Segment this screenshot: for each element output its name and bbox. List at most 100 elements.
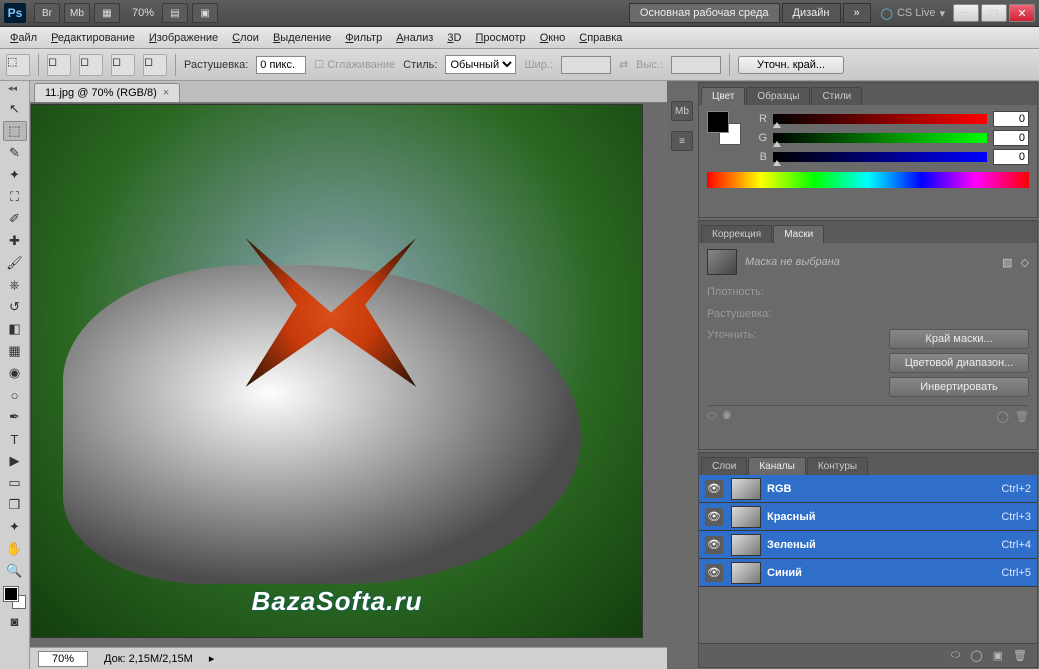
- dodge-tool[interactable]: ○: [3, 385, 27, 405]
- menu-layer[interactable]: Слои: [232, 32, 259, 44]
- feather-input[interactable]: [256, 56, 306, 74]
- vector-mask-icon[interactable]: ◇: [1021, 256, 1029, 269]
- quick-select-tool[interactable]: ✦: [3, 165, 27, 185]
- minimize-button[interactable]: ─: [953, 4, 979, 22]
- history-brush-tool[interactable]: ↺: [3, 297, 27, 317]
- foreground-swatch[interactable]: [4, 587, 18, 601]
- path-select-tool[interactable]: ▶: [3, 451, 27, 471]
- shape-tool[interactable]: ▭: [3, 473, 27, 493]
- workspace-more[interactable]: »: [843, 3, 871, 23]
- arrange-icon[interactable]: ▤: [162, 3, 188, 23]
- intersect-selection-icon[interactable]: ◻: [143, 54, 167, 76]
- tab-color[interactable]: Цвет: [701, 87, 745, 105]
- blur-tool[interactable]: ◉: [3, 363, 27, 383]
- workspace-essentials[interactable]: Основная рабочая среда: [629, 3, 780, 23]
- pixel-mask-icon[interactable]: ▧: [1002, 256, 1012, 269]
- canvas-viewport[interactable]: BazaSofta.ru: [30, 103, 667, 647]
- document-tab[interactable]: 11.jpg @ 70% (RGB/8) ×: [34, 83, 180, 102]
- hand-tool[interactable]: ✋: [3, 539, 27, 559]
- b-slider[interactable]: [773, 152, 987, 162]
- menu-file[interactable]: Файл: [10, 32, 37, 44]
- r-slider[interactable]: [773, 114, 987, 124]
- refine-edge-button[interactable]: Уточн. край...: [738, 56, 844, 74]
- add-selection-icon[interactable]: ◻: [79, 54, 103, 76]
- tab-masks[interactable]: Маски: [773, 225, 824, 243]
- pen-tool[interactable]: ✒: [3, 407, 27, 427]
- visibility-icon[interactable]: 👁: [705, 564, 723, 582]
- bridge-icon[interactable]: Br: [34, 3, 60, 23]
- tab-layers[interactable]: Слои: [701, 457, 747, 475]
- quickmask-tool[interactable]: ◙: [3, 611, 27, 631]
- view-extras-icon[interactable]: ▦: [94, 3, 120, 23]
- minibridge-panel-icon[interactable]: Mb: [671, 101, 693, 121]
- invert-button[interactable]: Инвертировать: [889, 377, 1029, 397]
- menu-filter[interactable]: Фильтр: [345, 32, 382, 44]
- status-zoom-input[interactable]: [38, 651, 88, 667]
- load-channel-selection-icon[interactable]: ⬭: [951, 649, 960, 662]
- color-swatches[interactable]: [4, 587, 26, 609]
- marquee-tool[interactable]: ⬚: [3, 121, 27, 141]
- cslive-button[interactable]: ◯CS Live▾: [881, 7, 945, 20]
- tab-swatches[interactable]: Образцы: [746, 87, 810, 105]
- menu-window[interactable]: Окно: [540, 32, 566, 44]
- channel-row-rgb[interactable]: 👁 RGB Ctrl+2: [699, 475, 1037, 503]
- type-tool[interactable]: T: [3, 429, 27, 449]
- tab-styles[interactable]: Стили: [811, 87, 862, 105]
- spectrum-picker[interactable]: [707, 172, 1029, 188]
- status-arrow-icon[interactable]: ▸: [209, 652, 215, 665]
- lasso-tool[interactable]: ✎: [3, 143, 27, 163]
- workspace-design[interactable]: Дизайн: [782, 3, 841, 23]
- menu-image[interactable]: Изображение: [149, 32, 218, 44]
- subtract-selection-icon[interactable]: ◻: [111, 54, 135, 76]
- close-button[interactable]: ✕: [1009, 4, 1035, 22]
- 3d-camera-tool[interactable]: ✦: [3, 517, 27, 537]
- healing-tool[interactable]: ✚: [3, 231, 27, 251]
- maximize-button[interactable]: ▢: [981, 4, 1007, 22]
- visibility-icon[interactable]: 👁: [705, 536, 723, 554]
- tab-paths[interactable]: Контуры: [807, 457, 868, 475]
- g-slider[interactable]: [773, 133, 987, 143]
- tab-channels[interactable]: Каналы: [748, 457, 806, 475]
- save-selection-icon[interactable]: ◯: [970, 649, 982, 662]
- channel-row-green[interactable]: 👁 Зеленый Ctrl+4: [699, 531, 1037, 559]
- crop-tool[interactable]: ⛶: [3, 187, 27, 207]
- color-range-button[interactable]: Цветовой диапазон...: [889, 353, 1029, 373]
- close-tab-icon[interactable]: ×: [163, 87, 169, 99]
- minibridge-icon[interactable]: Mb: [64, 3, 90, 23]
- menu-help[interactable]: Справка: [579, 32, 622, 44]
- delete-channel-icon[interactable]: 🗑: [1013, 649, 1027, 662]
- style-select[interactable]: Обычный: [445, 55, 516, 74]
- channel-row-blue[interactable]: 👁 Синий Ctrl+5: [699, 559, 1037, 587]
- move-tool[interactable]: ↖: [3, 99, 27, 119]
- menu-select[interactable]: Выделение: [273, 32, 331, 44]
- mask-edge-button[interactable]: Край маски...: [889, 329, 1029, 349]
- r-input[interactable]: [993, 111, 1029, 127]
- history-panel-icon[interactable]: ≡: [671, 131, 693, 151]
- menu-3d[interactable]: 3D: [447, 32, 461, 44]
- load-selection-icon[interactable]: ⬭: [707, 410, 716, 422]
- new-channel-icon[interactable]: ▣: [993, 649, 1003, 662]
- zoom-level[interactable]: 70%: [132, 7, 154, 19]
- gradient-tool[interactable]: ▦: [3, 341, 27, 361]
- new-selection-icon[interactable]: ◻: [47, 54, 71, 76]
- panel-color-swatches[interactable]: [707, 111, 741, 145]
- visibility-icon[interactable]: 👁: [705, 508, 723, 526]
- stamp-tool[interactable]: ⎈: [3, 275, 27, 295]
- menu-edit[interactable]: Редактирование: [51, 32, 135, 44]
- brush-tool[interactable]: 🖌: [3, 253, 27, 273]
- g-input[interactable]: [993, 130, 1029, 146]
- apply-mask-icon[interactable]: ◉: [723, 410, 732, 422]
- zoom-tool[interactable]: 🔍: [3, 561, 27, 581]
- current-tool-icon[interactable]: ⬚: [6, 54, 30, 76]
- menu-view[interactable]: Просмотр: [475, 32, 525, 44]
- channel-row-red[interactable]: 👁 Красный Ctrl+3: [699, 503, 1037, 531]
- b-input[interactable]: [993, 149, 1029, 165]
- visibility-icon[interactable]: 👁: [705, 480, 723, 498]
- tab-adjustments[interactable]: Коррекция: [701, 225, 772, 243]
- screen-mode-icon[interactable]: ▣: [192, 3, 218, 23]
- menu-analysis[interactable]: Анализ: [396, 32, 433, 44]
- disable-mask-icon[interactable]: ◯: [997, 411, 1009, 423]
- delete-mask-icon[interactable]: 🗑: [1015, 411, 1029, 423]
- eraser-tool[interactable]: ◧: [3, 319, 27, 339]
- eyedropper-tool[interactable]: ✐: [3, 209, 27, 229]
